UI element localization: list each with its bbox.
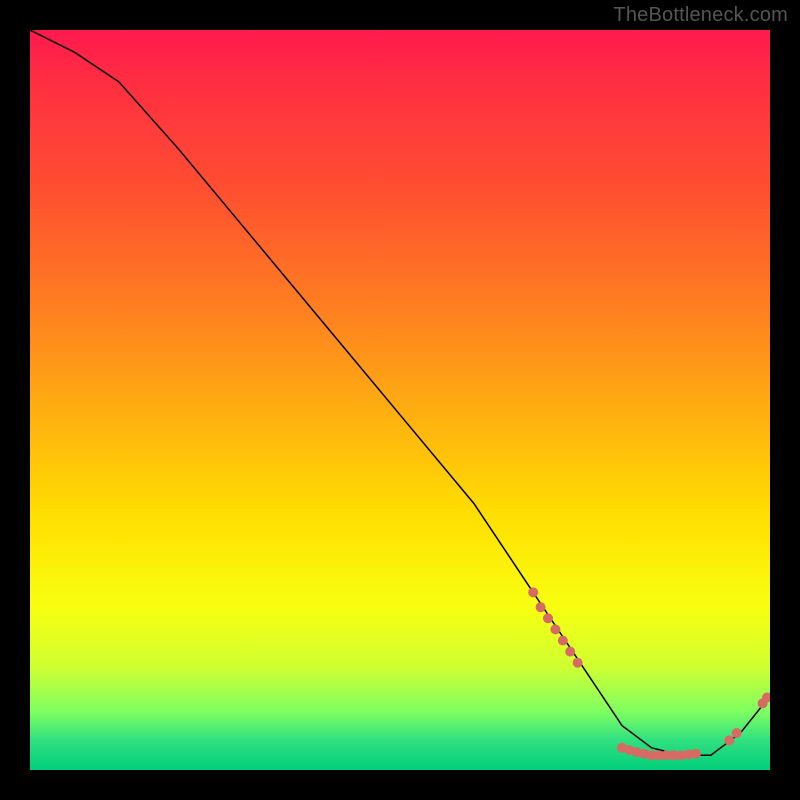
data-point: [661, 750, 671, 760]
data-point: [639, 749, 649, 759]
data-point: [558, 636, 568, 646]
data-point: [732, 728, 742, 738]
data-point: [758, 698, 768, 708]
data-point: [676, 750, 686, 760]
plot-area: [30, 30, 770, 770]
watermark-text: TheBottleneck.com: [613, 4, 788, 27]
data-point: [573, 658, 583, 668]
chart-frame: TheBottleneck.com: [0, 0, 800, 800]
data-points: [528, 587, 770, 760]
data-point: [624, 745, 634, 755]
data-point: [543, 613, 553, 623]
bottleneck-curve: [30, 30, 770, 755]
data-point: [647, 750, 657, 760]
data-point: [762, 693, 770, 703]
data-point: [691, 749, 701, 759]
data-point: [536, 602, 546, 612]
data-point: [632, 747, 642, 757]
data-point: [684, 750, 694, 760]
data-point: [669, 750, 679, 760]
data-point: [724, 735, 734, 745]
data-point: [550, 624, 560, 634]
data-point: [654, 750, 664, 760]
data-point: [617, 743, 627, 753]
curve-svg: [30, 30, 770, 770]
data-point: [565, 647, 575, 657]
data-point: [528, 587, 538, 597]
